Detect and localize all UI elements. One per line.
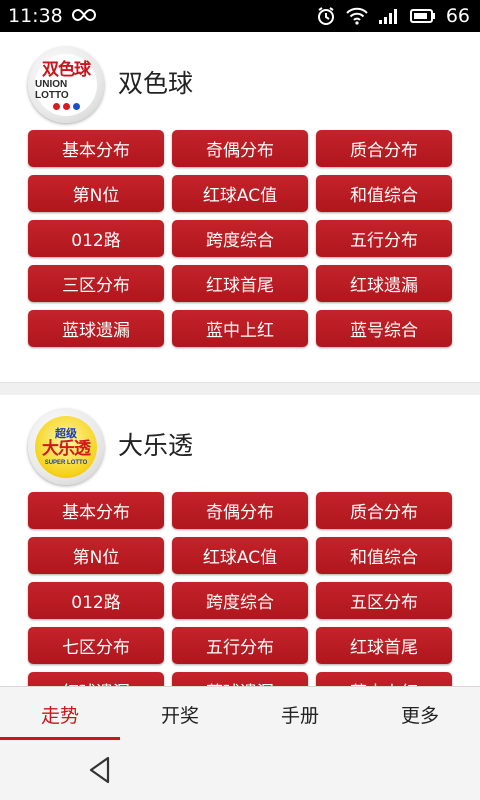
dlt-logo-text: 大乐透 — [42, 438, 91, 459]
signal-icon — [378, 7, 400, 25]
chart-button[interactable]: 第N位 — [28, 175, 164, 212]
chart-button[interactable]: 奇偶分布 — [172, 492, 308, 529]
chart-button-grid: 基本分布 奇偶分布 质合分布 第N位 红球AC值 和值综合 012路 跨度综合 … — [28, 492, 452, 686]
status-bar: 11:38 66 — [0, 0, 480, 32]
chart-button[interactable]: 012路 — [28, 220, 164, 257]
chart-button[interactable]: 七区分布 — [28, 627, 164, 664]
ssq-logo-text: 双色球 — [42, 59, 91, 80]
chart-button[interactable]: 跨度综合 — [172, 220, 308, 257]
chart-button[interactable]: 和值综合 — [316, 175, 452, 212]
lottery-balls-icon — [52, 102, 80, 110]
section-title: 大乐透 — [118, 431, 194, 460]
content-area[interactable]: 双色球 UNION LOTTO 双色球 基本分布 奇偶分布 质合分布 第N位 红… — [0, 32, 480, 686]
ssq-logo: 双色球 UNION LOTTO — [28, 47, 104, 123]
ssq-logo-subtext: UNION LOTTO — [35, 78, 69, 101]
chart-button[interactable]: 红球首尾 — [172, 265, 308, 302]
tab-more[interactable]: 更多 — [360, 687, 480, 741]
dlt-logo-subtext: SUPER LOTTO — [44, 459, 88, 466]
chart-button[interactable]: 蓝球遗漏 — [172, 672, 308, 686]
chart-button[interactable]: 基本分布 — [28, 130, 164, 167]
tab-draw-results[interactable]: 开奖 — [120, 687, 240, 741]
section-divider — [0, 382, 480, 395]
back-icon[interactable] — [86, 754, 114, 786]
chart-button[interactable]: 奇偶分布 — [172, 130, 308, 167]
chart-button[interactable]: 三区分布 — [28, 265, 164, 302]
chart-button[interactable]: 五行分布 — [316, 220, 452, 257]
chart-button[interactable]: 和值综合 — [316, 537, 452, 574]
chart-button[interactable]: 蓝号综合 — [316, 310, 452, 347]
chart-button[interactable]: 蓝中上红 — [316, 672, 452, 686]
chart-button-grid: 基本分布 奇偶分布 质合分布 第N位 红球AC值 和值综合 012路 跨度综合 … — [28, 130, 452, 347]
chart-button[interactable]: 质合分布 — [316, 130, 452, 167]
chart-button[interactable]: 红球AC值 — [172, 175, 308, 212]
chart-button[interactable]: 跨度综合 — [172, 582, 308, 619]
chart-button[interactable]: 五区分布 — [316, 582, 452, 619]
section-title: 双色球 — [118, 69, 194, 98]
wifi-icon — [346, 7, 368, 25]
chart-button[interactable]: 蓝中上红 — [172, 310, 308, 347]
bottom-tab-bar: 走势 开奖 手册 更多 — [0, 686, 480, 741]
chart-button[interactable]: 基本分布 — [28, 492, 164, 529]
chart-button[interactable]: 012路 — [28, 582, 164, 619]
tab-trend[interactable]: 走势 — [0, 687, 120, 741]
dlt-logo-top: 超级 — [55, 426, 77, 440]
chart-button[interactable]: 第N位 — [28, 537, 164, 574]
chart-button[interactable]: 质合分布 — [316, 492, 452, 529]
chart-button[interactable]: 蓝球遗漏 — [28, 310, 164, 347]
chart-button[interactable]: 红球AC值 — [172, 537, 308, 574]
chart-button[interactable]: 红球首尾 — [316, 627, 452, 664]
dlt-logo: 超级 大乐透 SUPER LOTTO — [28, 409, 104, 485]
battery-level: 66 — [445, 5, 470, 27]
system-nav-bar — [0, 740, 480, 800]
chart-button[interactable]: 五行分布 — [172, 627, 308, 664]
status-time: 11:38 — [8, 5, 63, 27]
chart-button[interactable]: 红球遗漏 — [28, 672, 164, 686]
alarm-icon — [316, 6, 336, 26]
infinity-icon — [71, 5, 97, 27]
chart-button[interactable]: 红球遗漏 — [316, 265, 452, 302]
tab-handbook[interactable]: 手册 — [240, 687, 360, 741]
battery-icon — [409, 8, 436, 24]
